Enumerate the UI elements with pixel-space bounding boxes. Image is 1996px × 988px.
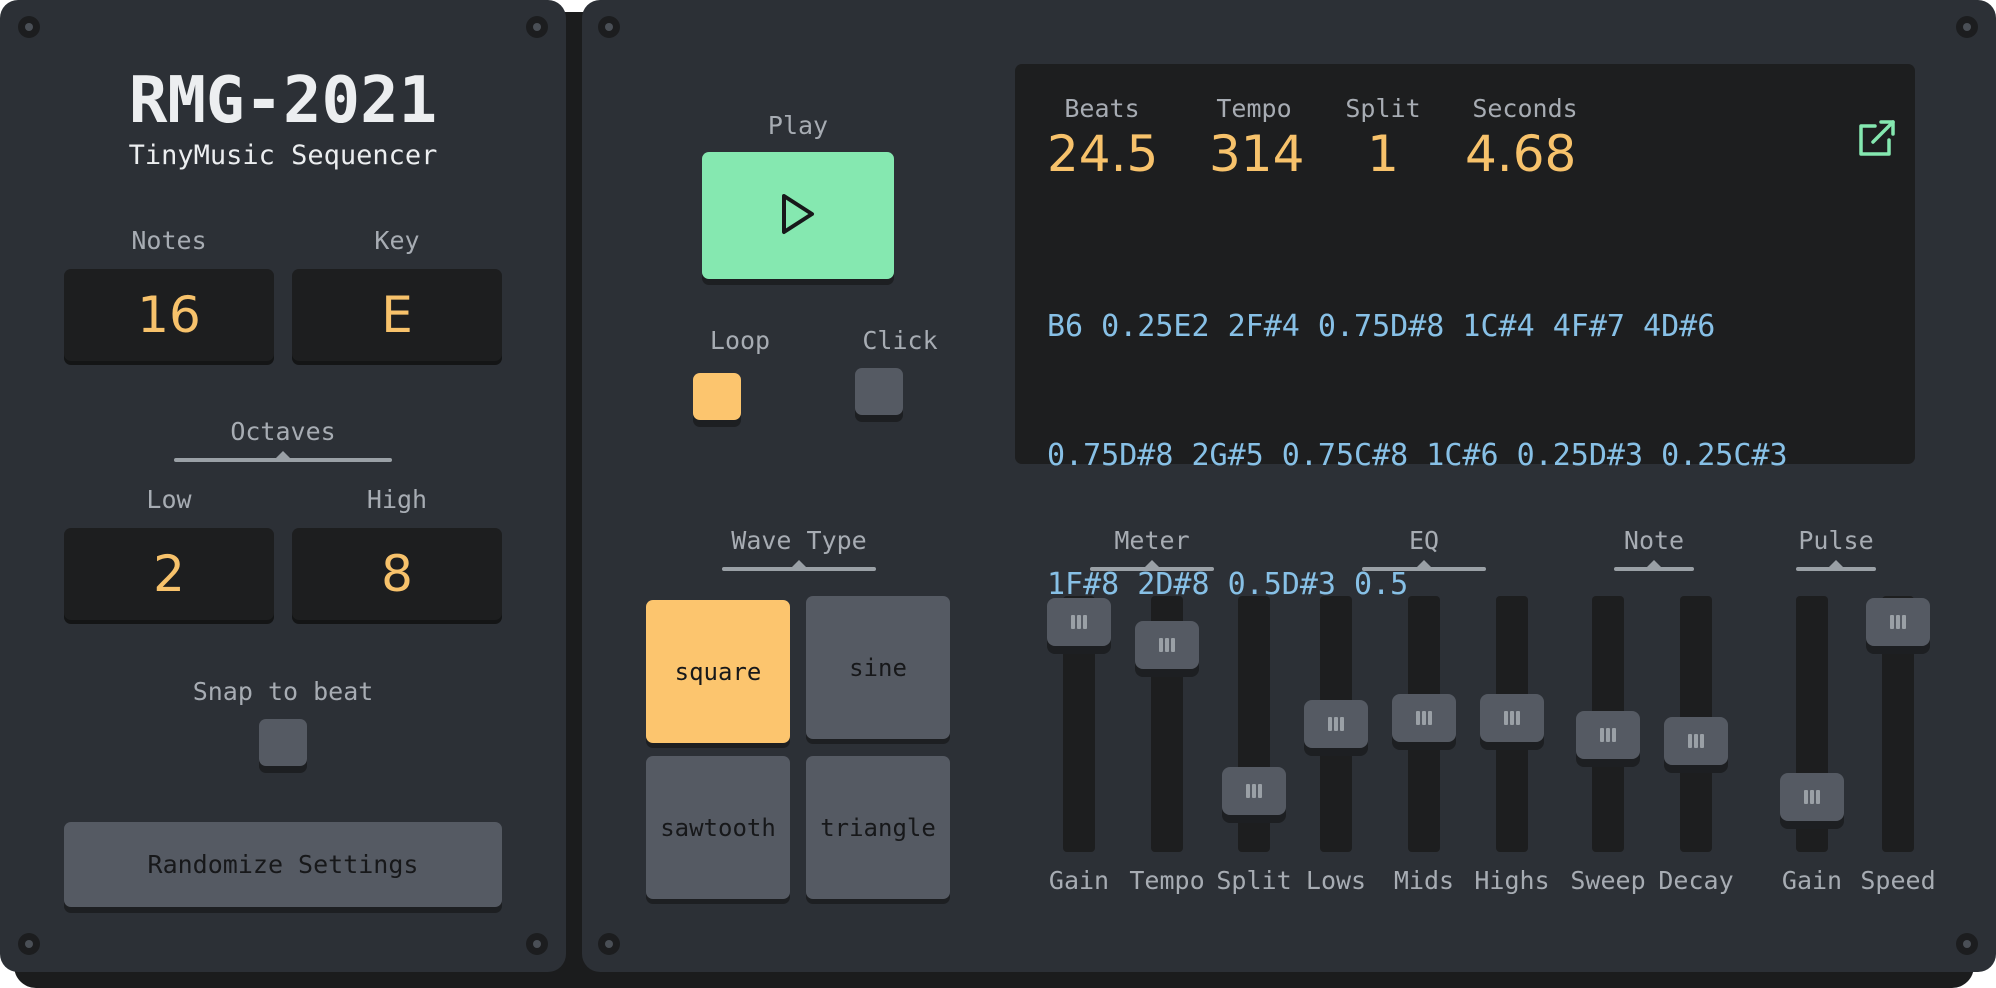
slider-knob-decay[interactable]: [1664, 717, 1728, 766]
screw-icon: [598, 16, 620, 38]
pulse-group-bracket: [1796, 560, 1876, 571]
octaves-label: Octaves: [230, 417, 336, 446]
click-label: Click: [862, 326, 938, 355]
play-icon: [778, 191, 818, 241]
screw-icon: [18, 16, 40, 38]
screw-icon: [1956, 933, 1978, 955]
pulse-group-label: Pulse: [1798, 526, 1874, 555]
slider-knob-sweep[interactable]: [1576, 711, 1640, 760]
high-label: High: [366, 485, 428, 514]
slider-label: Lows: [1305, 866, 1367, 895]
wave-triangle-button[interactable]: triangle: [806, 756, 950, 899]
randomize-button-label: Randomize Settings: [147, 850, 419, 879]
key-label: Key: [374, 226, 420, 255]
screw-icon: [598, 933, 620, 955]
notes-label: Notes: [131, 226, 207, 255]
stat-beats: Beats 24.5: [1047, 94, 1158, 183]
loop-label: Loop: [709, 326, 771, 355]
sequence-line: 0.75D#8 2G#5 0.75C#8 1C#6 0.25D#3 0.25C#…: [1047, 438, 1788, 473]
app-subtitle: TinyMusic Sequencer: [128, 140, 438, 171]
slider-label: Mids: [1393, 866, 1455, 895]
loop-toggle[interactable]: [693, 373, 741, 420]
note-group-bracket: [1614, 560, 1694, 571]
app-title: RMG-2021: [128, 64, 438, 138]
note-group-label: Note: [1623, 526, 1685, 555]
eq-group-label: EQ: [1408, 526, 1440, 555]
sequence-line: B6 0.25E2 2F#4 0.75D#8 1C#4 4F#7 4D#6: [1047, 309, 1716, 344]
slider-knob-gain[interactable]: [1047, 598, 1111, 646]
low-octave-display[interactable]: 2: [64, 528, 274, 620]
screw-icon: [526, 933, 548, 955]
stat-label: Seconds: [1472, 94, 1578, 123]
key-display[interactable]: E: [292, 269, 502, 361]
stat-value: 24.5: [1047, 125, 1159, 183]
slider-knob-split[interactable]: [1222, 766, 1286, 815]
slider-label: Gain: [1781, 866, 1843, 895]
low-label: Low: [146, 485, 192, 514]
slider-label: Speed: [1860, 866, 1936, 895]
stat-tempo: Tempo 314: [1209, 94, 1304, 183]
external-link-icon[interactable]: [1855, 116, 1899, 164]
screw-icon: [526, 16, 548, 38]
slider-label: Decay: [1658, 866, 1734, 895]
stat-split: Split 1: [1343, 94, 1423, 183]
stat-label: Beats: [1064, 94, 1140, 123]
snap-label: Snap to beat: [192, 677, 374, 706]
slider-label: Sweep: [1570, 866, 1646, 895]
high-octave-display[interactable]: 8: [292, 528, 502, 620]
slider-knob-tempo[interactable]: [1135, 621, 1199, 670]
slider-label: Gain: [1048, 866, 1110, 895]
stat-label: Split: [1345, 94, 1421, 123]
meter-group-bracket: [1090, 560, 1214, 571]
play-button[interactable]: [702, 152, 894, 279]
slider-label: Highs: [1474, 866, 1550, 895]
slider-label: Tempo: [1129, 866, 1205, 895]
slider-knob-mids[interactable]: [1392, 694, 1456, 742]
randomize-button[interactable]: Randomize Settings: [64, 822, 502, 907]
wave-sine-button[interactable]: sine: [806, 596, 950, 739]
stat-label: Tempo: [1216, 94, 1292, 123]
wave-sawtooth-button[interactable]: sawtooth: [646, 756, 790, 899]
sequencer-panel: Play Loop Click Beats 24.5 Tempo 314 Spl…: [582, 0, 1996, 972]
snap-toggle[interactable]: [259, 719, 307, 766]
notes-display[interactable]: 16: [64, 269, 274, 361]
settings-panel: RMG-2021 TinyMusic Sequencer Notes Key 1…: [0, 0, 566, 972]
wave-square-button[interactable]: square: [646, 600, 790, 743]
slider-knob-speed[interactable]: [1866, 598, 1930, 646]
click-toggle[interactable]: [855, 368, 903, 415]
eq-group-bracket: [1362, 560, 1486, 571]
stat-value: 1: [1367, 125, 1399, 183]
meter-group-label: Meter: [1114, 526, 1190, 555]
slider-knob-highs[interactable]: [1480, 694, 1544, 742]
screw-icon: [1956, 16, 1978, 38]
screw-icon: [18, 933, 40, 955]
slider-knob-lows[interactable]: [1304, 699, 1368, 748]
stat-value: 314: [1209, 125, 1305, 183]
octaves-bracket: [174, 451, 392, 462]
wave-type-label: Wave Type: [731, 526, 867, 555]
slider-knob-gain[interactable]: [1780, 772, 1844, 821]
stat-seconds: Seconds 4.68: [1465, 94, 1585, 183]
play-label: Play: [767, 111, 829, 140]
info-display: Beats 24.5 Tempo 314 Split 1 Seconds 4.6…: [1015, 64, 1915, 602]
wave-type-bracket: [722, 560, 876, 571]
stat-value: 4.68: [1465, 125, 1577, 183]
